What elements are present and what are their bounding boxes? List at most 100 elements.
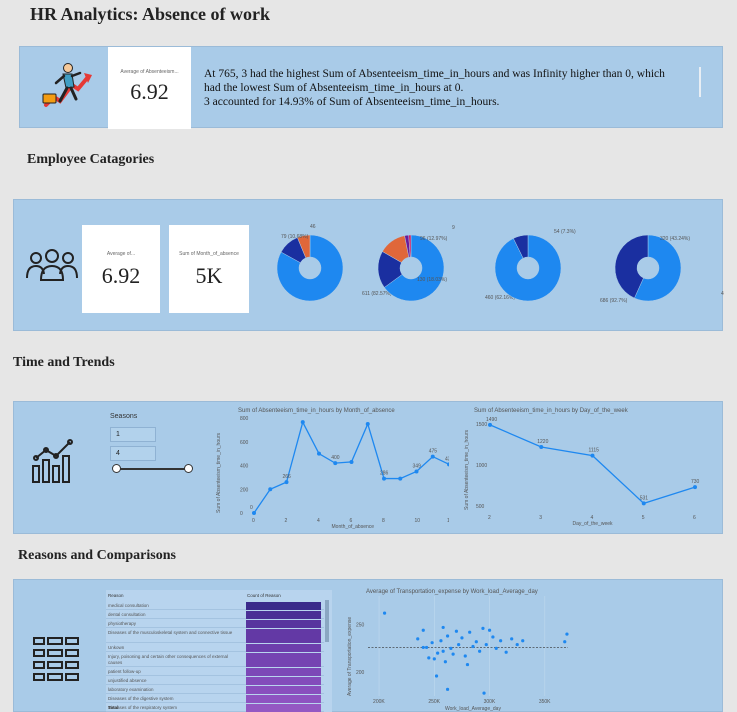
narrative-scrollbar[interactable] — [699, 67, 701, 97]
table-cell-reason: Diseases of the digestive system — [108, 696, 174, 701]
people-group-icon — [24, 248, 80, 284]
reason-table: Reason Count of Reason Total 740 medical… — [106, 590, 332, 712]
season-end-input[interactable]: 4 — [110, 446, 156, 461]
table-row[interactable]: dental consultation — [106, 611, 324, 619]
data-point — [427, 656, 431, 660]
data-point — [252, 511, 256, 515]
data-label: 475 — [429, 449, 438, 455]
section-title-time: Time and Trends — [13, 355, 115, 370]
table-row[interactable]: Diseases of the digestive system — [106, 695, 324, 703]
data-point — [465, 662, 470, 667]
donut-data-label: 96 (12.97%) — [420, 236, 448, 242]
bar-line-chart-icon — [30, 436, 76, 484]
y-axis-label: Sum of Absenteeism_time_in_hours — [216, 432, 222, 513]
data-point — [539, 445, 544, 449]
y-tick-label: 800 — [240, 416, 249, 422]
table-row[interactable]: unjustified absence — [106, 677, 324, 685]
y-tick-label: 500 — [476, 504, 485, 510]
x-axis-label: Day_of_the_week — [573, 521, 614, 527]
data-label: 400 — [331, 455, 340, 461]
data-point — [349, 459, 354, 464]
data-point — [382, 476, 386, 481]
data-point — [284, 480, 289, 485]
table-cell-reason: dental consultation — [108, 612, 146, 617]
data-point — [494, 646, 498, 650]
table-scrollbar[interactable] — [325, 600, 329, 642]
table-row[interactable]: physiotherapy — [106, 620, 324, 628]
x-tick-label: 6 — [350, 518, 353, 524]
kpi-panel: Average of Absenteeism... 6.92 At 765, 3… — [19, 46, 723, 129]
data-point — [268, 487, 273, 492]
y-tick-label: 600 — [240, 440, 249, 446]
data-point — [300, 420, 305, 425]
donut-data-label: 79 (10.68%) — [281, 234, 309, 240]
x-tick-label: 5 — [642, 515, 645, 521]
data-point — [432, 657, 436, 661]
slider-handle-end[interactable] — [184, 464, 193, 473]
data-point — [521, 639, 525, 643]
table-header-reason[interactable]: Reason — [108, 593, 124, 598]
table-row[interactable]: medical consultation — [106, 602, 324, 610]
data-point — [333, 461, 338, 466]
slider-track[interactable] — [116, 468, 189, 470]
data-point — [434, 674, 439, 678]
data-point — [478, 649, 482, 653]
x-tick-label: 200K — [373, 699, 385, 705]
data-point — [317, 451, 321, 456]
x-tick-label: 4 — [591, 515, 594, 521]
table-cell-count-bar — [246, 677, 321, 685]
sum-card-label: Sum of Month_of_absence — [179, 251, 239, 257]
table-row[interactable]: Injury, poisoning and certain other cons… — [106, 653, 324, 667]
data-point — [398, 476, 403, 481]
data-point — [430, 641, 434, 645]
y-tick-label: 200 — [240, 487, 249, 493]
slider-handle-start[interactable] — [112, 464, 121, 473]
data-point — [382, 611, 387, 615]
data-point — [515, 642, 519, 647]
data-point — [441, 625, 445, 630]
x-tick-label: 8 — [382, 518, 385, 524]
data-point — [441, 649, 445, 653]
x-tick-label: 6 — [693, 515, 696, 521]
table-cell-count-bar — [246, 602, 321, 610]
table-row[interactable]: laboratory examination — [106, 686, 324, 694]
data-label: 431 — [445, 456, 449, 462]
data-point — [424, 645, 429, 650]
donut-data-label: 320 (43.24%) — [660, 236, 690, 242]
table-cell-reason: Diseases of the musculoskeletal system a… — [108, 630, 233, 635]
table-row[interactable]: Diseases of the respiratory system — [106, 704, 324, 712]
y-tick-label: 250 — [356, 623, 365, 629]
kpi-value: 6.92 — [130, 79, 169, 104]
data-point — [487, 628, 492, 632]
data-point — [416, 637, 420, 641]
narrative-line: had the lowest Sum of Absenteeism_time_i… — [204, 82, 464, 94]
data-point — [463, 654, 467, 658]
data-point — [488, 422, 492, 427]
data-point — [641, 501, 646, 506]
data-point — [454, 629, 459, 633]
table-cell-reason: laboratory examination — [108, 687, 154, 692]
x-tick-label: 4 — [317, 518, 320, 524]
data-point — [491, 635, 495, 639]
narrative-line: At 765, 3 had the highest Sum of Absente… — [204, 68, 665, 80]
table-header-count[interactable]: Count of Reason — [247, 593, 281, 598]
y-tick-label: 0 — [240, 511, 243, 517]
data-point — [693, 485, 697, 490]
donut-charts: 611 (82.57%)79 (10.68%)46460 (62.16%)130… — [276, 224, 724, 304]
donut-data-label: 9 — [452, 225, 455, 231]
chart-title: Average of Transportation_expense by Wor… — [366, 589, 538, 595]
x-axis-label: Work_load_Average_day — [445, 706, 501, 712]
slicer-title: Seasons — [110, 413, 138, 420]
table-row[interactable]: patient follow-up — [106, 668, 324, 676]
data-label: 266 — [283, 474, 292, 480]
season-start-input[interactable]: 1 — [110, 427, 156, 442]
donut-data-label: 686 (92.7%) — [600, 298, 628, 304]
data-label: 1220 — [537, 439, 548, 445]
x-tick-label: 3 — [539, 515, 542, 521]
data-point — [445, 634, 450, 638]
table-row[interactable]: Diseases of the musculoskeletal system a… — [106, 629, 324, 643]
x-tick-label: 350K — [539, 699, 551, 705]
smart-narrative: At 765, 3 had the highest Sum of Absente… — [204, 67, 704, 109]
table-row[interactable]: Unkown — [106, 644, 324, 652]
chart-title: Sum of Absenteeism_time_in_hours by Day_… — [474, 408, 629, 414]
